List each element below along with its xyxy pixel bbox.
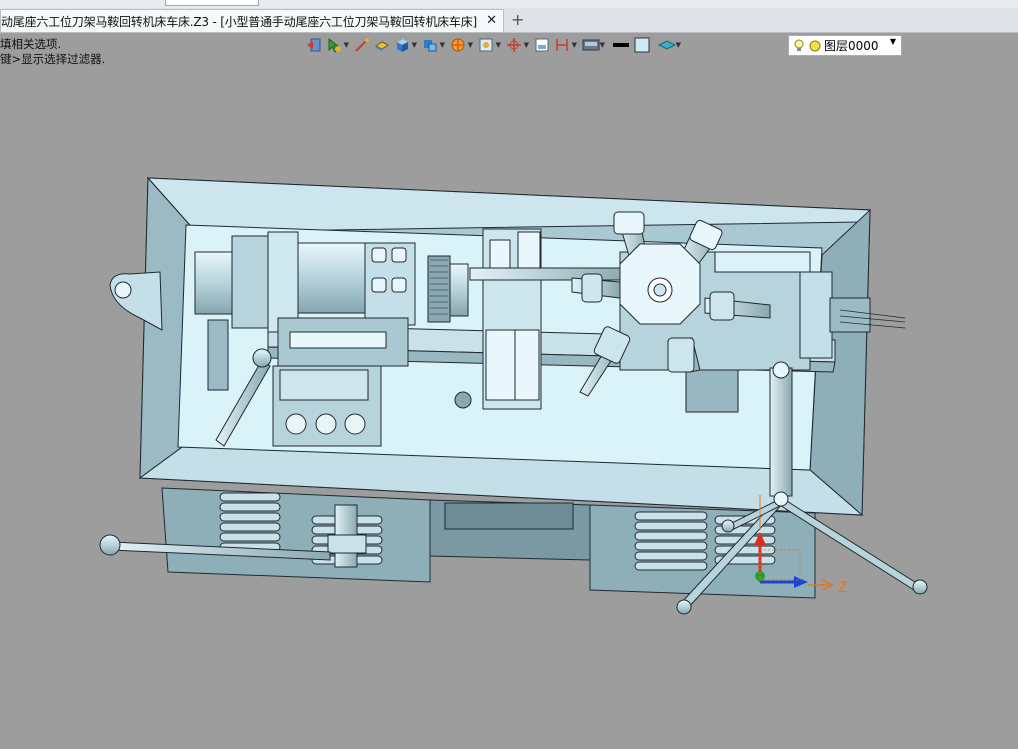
layer-dropdown[interactable]: 图层0000 ▼ [788,35,902,56]
display-icon[interactable]: ▼ [582,37,605,53]
view-icon[interactable]: ▼ [478,37,501,53]
document-tab-title: 动尾座六工位刀架马鞍回转机床车床.Z3 - [小型普通手动尾座六工位刀架马鞍回转… [1,14,477,29]
prompt-line-1: 填相关选项. [0,37,62,51]
3d-viewport[interactable]: Z [0,58,1018,749]
orient-icon[interactable]: ▼ [506,37,529,53]
dimension-icon[interactable]: ▼ [554,37,577,53]
render-icon[interactable]: ▼ [450,37,473,53]
layer-visibility-icon[interactable]: ▼ [657,37,681,53]
layer-name: 图层0000 [824,39,879,53]
sketch-icon[interactable] [354,37,370,53]
pointer-icon[interactable]: ▼ [326,37,349,53]
add-tab-icon[interactable]: + [511,10,524,29]
section-icon[interactable] [534,37,550,53]
document-tab-bar: 动尾座六工位刀架马鞍回转机床车床.Z3 - [小型普通手动尾座六工位刀架马鞍回转… [0,8,1018,33]
line-color-icon[interactable] [612,37,630,53]
close-tab-icon[interactable]: ✕ [486,13,497,28]
top-selector[interactable] [165,0,259,6]
layer-color-icon [809,40,821,51]
chevron-down-icon[interactable]: ▼ [890,37,896,46]
fill-color-icon[interactable] [634,37,650,53]
bulb-icon[interactable] [792,38,806,54]
view-toolbar: ▼ ▼ ▼ ▼ ▼ ▼ ▼ ▼ ▼ [306,34,681,56]
z-axis-label: Z [838,580,848,596]
document-tab[interactable]: 动尾座六工位刀架马鞍回转机床车床.Z3 - [小型普通手动尾座六工位刀架马鞍回转… [0,9,504,32]
face-icon[interactable] [374,37,390,53]
exit-icon[interactable] [306,37,322,53]
cube-icon[interactable]: ▼ [394,37,417,53]
solid-icon[interactable]: ▼ [422,37,445,53]
